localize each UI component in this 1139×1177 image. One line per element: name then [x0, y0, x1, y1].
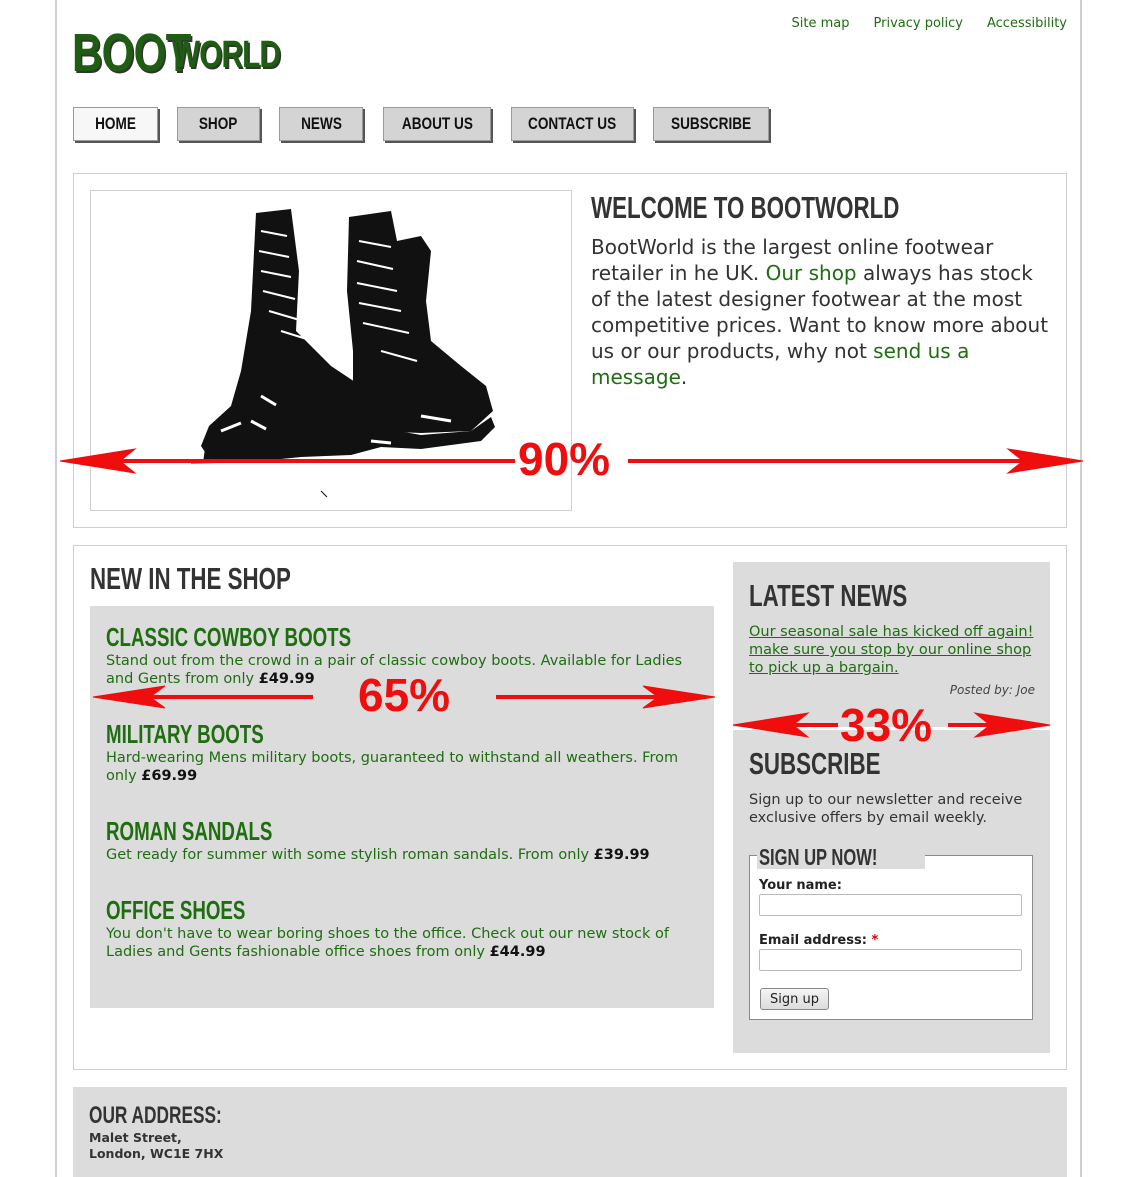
annotation-33: 33%	[840, 699, 933, 751]
annotation-65: 65%	[358, 669, 451, 721]
annotation-90: 90%	[518, 433, 611, 485]
width-annotations	[59, 448, 1084, 738]
